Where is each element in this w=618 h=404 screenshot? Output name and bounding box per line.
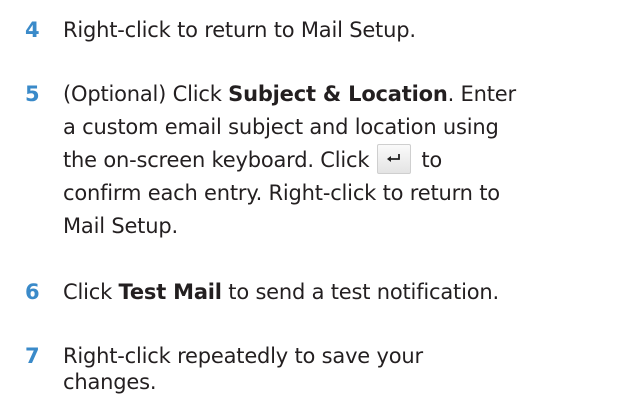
ui-term-subject-location: Subject & Location: [228, 82, 448, 106]
step-line: the on-screen keyboard. Click to: [63, 144, 613, 177]
step-line: a custom email subject and location usin…: [63, 115, 499, 139]
text-run: to send a test notification.: [221, 280, 499, 304]
step-line: (Optional) Click Subject & Location. Ent…: [63, 78, 613, 111]
step-text: Right-click to return to Mail Setup.: [63, 14, 613, 47]
step-line: Click Test Mail to send a test notificat…: [63, 276, 613, 309]
text-run: to: [421, 148, 443, 172]
step-line: Mail Setup.: [63, 214, 178, 238]
text-run: . Enter: [447, 82, 517, 106]
step-text: Right-click repeatedly to save your chan…: [63, 340, 613, 399]
step-number: 4: [25, 18, 40, 42]
step-line: confirm each entry. Right-click to retur…: [63, 181, 500, 205]
step-number: 6: [25, 280, 40, 304]
step-line: Right-click to return to Mail Setup.: [63, 18, 416, 42]
ui-term-test-mail: Test Mail: [118, 280, 222, 304]
enter-key-icon: [377, 144, 412, 174]
step-text: Click Test Mail to send a test notificat…: [63, 276, 613, 309]
step-number: 7: [25, 344, 40, 368]
step-number: 5: [25, 82, 40, 106]
text-run: (Optional) Click: [63, 82, 229, 106]
step-text: (Optional) Click Subject & Location. Ent…: [63, 78, 613, 243]
text-run: Click: [63, 280, 119, 304]
text-run: the on-screen keyboard. Click: [63, 148, 370, 172]
